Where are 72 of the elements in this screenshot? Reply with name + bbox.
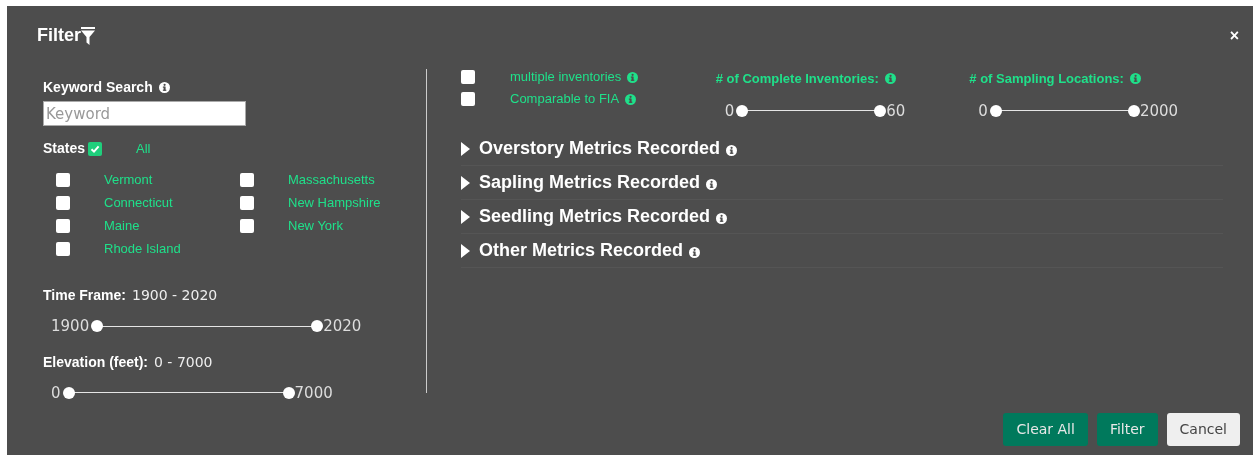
slider-max-label: 2020: [323, 316, 362, 337]
accordion-header[interactable]: Sapling Metrics Recorded: [479, 169, 701, 196]
checkbox[interactable]: [88, 141, 103, 156]
info-icon: [706, 179, 718, 190]
slider-max-label: 2000: [1139, 100, 1179, 122]
info-icon: [689, 247, 701, 258]
checkbox-label[interactable]: Rhode Island: [104, 239, 181, 259]
info-icon: [158, 82, 170, 93]
checkbox-label[interactable]: Massachusetts: [288, 170, 375, 190]
accordion-header[interactable]: Overstory Metrics Recorded: [479, 135, 721, 162]
keyword-field[interactable]: Keyword: [43, 101, 246, 126]
checkbox[interactable]: [56, 219, 70, 233]
caret-icon[interactable]: [461, 141, 470, 156]
info-icon: [1129, 73, 1141, 85]
caret-icon[interactable]: [461, 209, 470, 224]
checkbox-label[interactable]: multiple inventories: [510, 67, 622, 87]
slider-thumb[interactable]: [62, 386, 75, 399]
checkbox-label[interactable]: All: [136, 138, 151, 159]
checkbox-label[interactable]: New Hampshire: [288, 193, 381, 213]
range-value: 1900 - 2020: [132, 286, 218, 305]
dialog-button[interactable]: Filter: [1096, 413, 1158, 446]
slider-min-label: 1900: [51, 316, 90, 337]
slider-max-label: 60: [886, 100, 906, 122]
caret-icon[interactable]: [461, 243, 470, 258]
checkbox-label[interactable]: Vermont: [104, 170, 153, 190]
checkbox-label[interactable]: Comparable to FIA: [510, 89, 620, 109]
checkbox-label[interactable]: Maine: [104, 216, 140, 236]
checkbox-label[interactable]: New York: [288, 216, 343, 236]
range-slider[interactable]: [62, 386, 295, 399]
range-slider[interactable]: [989, 104, 1140, 117]
range-label: Time Frame:: [43, 286, 126, 305]
checkbox[interactable]: [240, 196, 254, 210]
funnel-icon: [81, 26, 95, 45]
dialog-button[interactable]: Clear All: [1003, 413, 1088, 446]
slider-thumb[interactable]: [282, 386, 295, 399]
checkbox[interactable]: [461, 70, 475, 84]
range-slider[interactable]: [91, 320, 324, 333]
info-icon: [716, 213, 728, 224]
section-label: Keyword Search: [43, 78, 153, 97]
checkbox[interactable]: [461, 92, 475, 106]
section-label: States: [43, 139, 86, 158]
range-label: Elevation (feet):: [43, 352, 148, 372]
info-icon: [625, 93, 637, 105]
slider-thumb[interactable]: [91, 320, 104, 333]
dialog-button[interactable]: Cancel: [1166, 413, 1240, 446]
caret-icon[interactable]: [461, 175, 470, 190]
filter-label: # of Complete Inventories:: [715, 70, 879, 88]
slider-thumb[interactable]: [874, 104, 887, 117]
slider-thumb[interactable]: [1127, 104, 1140, 117]
range-slider[interactable]: [736, 104, 887, 117]
accordion-header[interactable]: Other Metrics Recorded: [479, 237, 684, 264]
slider-thumb[interactable]: [989, 104, 1002, 117]
range-value: 0 - 7000: [154, 352, 213, 372]
close-button[interactable]: ×: [1229, 27, 1239, 44]
accordion-header[interactable]: Seedling Metrics Recorded: [479, 203, 711, 230]
slider-min-label: 0: [51, 382, 61, 404]
checkbox-label[interactable]: Connecticut: [104, 193, 173, 213]
checkbox[interactable]: [240, 173, 254, 187]
filter-label: # of Sampling Locations:: [969, 70, 1124, 88]
checkbox[interactable]: [56, 242, 70, 256]
info-icon: [726, 145, 738, 156]
slider-min-label: 0: [978, 100, 988, 122]
checkbox[interactable]: [56, 196, 70, 210]
checkbox[interactable]: [56, 173, 70, 187]
checkbox[interactable]: [240, 219, 254, 233]
slider-thumb[interactable]: [311, 320, 324, 333]
info-icon: [884, 73, 896, 85]
slider-max-label: 7000: [294, 382, 333, 404]
slider-thumb[interactable]: [736, 104, 749, 117]
info-icon: [627, 71, 639, 83]
dialog-title: Filter: [37, 24, 81, 47]
slider-min-label: 0: [724, 100, 735, 122]
